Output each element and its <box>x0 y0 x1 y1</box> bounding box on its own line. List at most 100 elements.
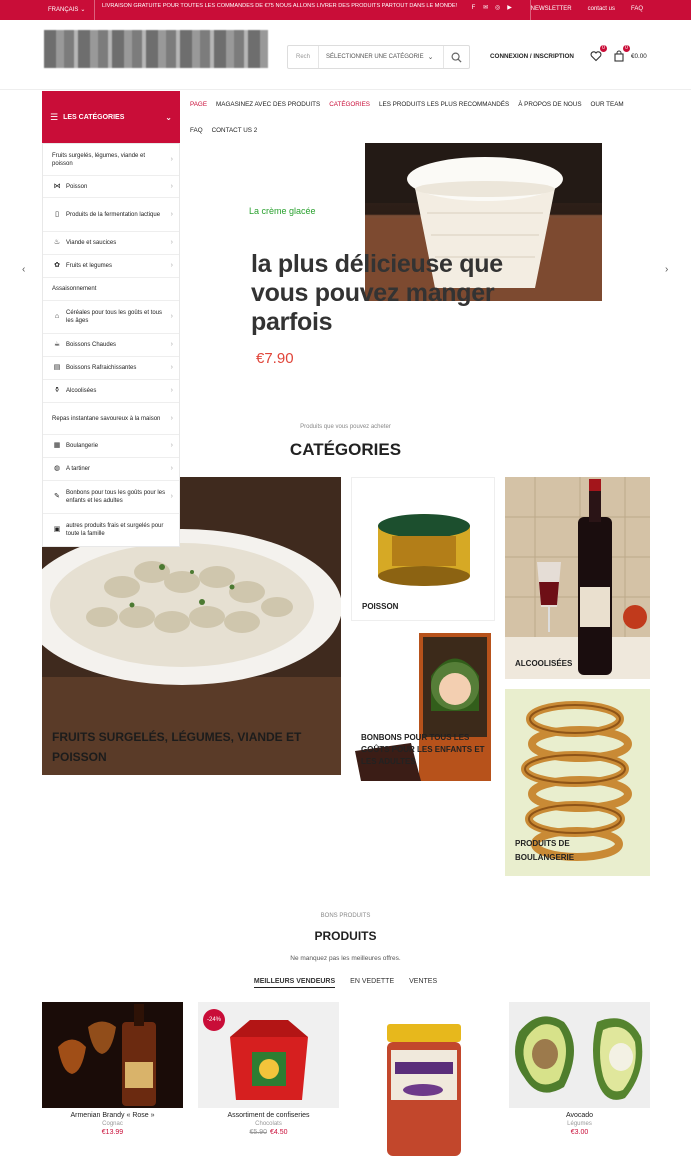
sidebar-item-frozen[interactable]: Fruits surgelés, légumes, viande et pois… <box>43 144 179 176</box>
search-button[interactable] <box>443 46 469 68</box>
menu-icon: ☰ <box>50 111 59 122</box>
search-form: Rech SÉLECTIONNER UNE CATÉGORIE ⌄ <box>287 45 470 69</box>
social-links: f ✉ ◎ ▶ <box>470 5 513 12</box>
chevron-right-icon: › <box>170 364 173 371</box>
sidebar-item-meat[interactable]: ♨ Viande et saucices › <box>43 232 179 255</box>
tab-featured[interactable]: EN VEDETTE <box>350 978 394 988</box>
product-category[interactable]: Légumes <box>509 1121 650 1127</box>
chevron-right-icon: › <box>170 210 173 218</box>
product-card[interactable]: Armenian Brandy « Rose » Cognac €13.99 <box>42 1002 183 1136</box>
top-bar: FRANÇAIS ⌄ LIVRAISON GRATUITE POUR TOUTE… <box>0 0 691 20</box>
tab-best-sellers[interactable]: MEILLEURS VENDEURS <box>253 978 336 988</box>
heart-icon <box>590 51 602 62</box>
sidebar-item-cereals[interactable]: ⌂ Céréales pour tous les goûts et tous le… <box>43 301 179 334</box>
wishlist-count: 0 <box>600 45 607 52</box>
search-category-select[interactable]: SÉLECTIONNER UNE CATÉGORIE ⌄ <box>318 46 443 68</box>
hero-next-icon[interactable]: › <box>665 264 668 275</box>
menu-item-about[interactable]: À PROPOS DE NOUS <box>518 101 581 108</box>
sidebar-item-spreads[interactable]: ◍ A tartiner › <box>43 458 179 481</box>
chevron-down-icon: ⌄ <box>80 7 86 13</box>
products-kicker: BONS PRODUITS <box>320 913 371 919</box>
menu-item-contact[interactable]: CONTACT US 2 <box>212 127 258 134</box>
product-image[interactable] <box>42 1002 183 1108</box>
chevron-right-icon: › <box>170 155 173 163</box>
cereal-icon: ⌂ <box>54 313 60 320</box>
chevron-right-icon: › <box>170 414 173 422</box>
chevron-right-icon: › <box>170 262 173 269</box>
instagram-icon[interactable]: ◎ <box>494 5 501 12</box>
cart-total[interactable]: €0.00 <box>631 53 647 60</box>
product-category[interactable]: Chocolats <box>198 1121 339 1127</box>
search-category-label: SÉLECTIONNER UNE CATÉGORIE <box>326 54 424 60</box>
contact-link[interactable]: contact us <box>588 6 615 12</box>
sidebar-item-fruits[interactable]: ✿ Fruits et legumes › <box>43 255 179 278</box>
menu-item-faq[interactable]: FAQ <box>190 127 203 134</box>
category-tile-fish[interactable]: POISSON <box>351 477 495 621</box>
product-image[interactable]: -24% <box>198 1002 339 1108</box>
category-tile-alcohol[interactable]: ALCOOLISÉES <box>505 477 650 679</box>
menu-item-shop[interactable]: MAGASINEZ AVEC DES PRODUITS <box>216 101 320 108</box>
sidebar-item-bakery[interactable]: ▦ Boulangerie › <box>43 435 179 458</box>
product-card[interactable]: -24% Assortiment de confiseries Chocolat… <box>198 1002 339 1136</box>
chevron-right-icon: › <box>170 387 173 394</box>
products-title: PRODUITS <box>314 929 377 943</box>
drink-icon: ▤ <box>53 364 61 371</box>
product-card[interactable] <box>353 1022 494 1156</box>
sidebar-item-fish[interactable]: ⋈ Poisson › <box>43 176 179 198</box>
chevron-right-icon: › <box>170 182 173 190</box>
product-category[interactable]: Cognac <box>42 1121 183 1127</box>
promo-text: LIVRAISON GRATUITE POUR TOUTES LES COMMA… <box>102 3 458 9</box>
product-name[interactable]: Assortiment de confiseries <box>198 1112 339 1119</box>
category-tile-bakery[interactable]: PRODUITS DE BOULANGERIE <box>505 689 650 876</box>
box-icon: ▣ <box>53 526 61 533</box>
menu-item-categories[interactable]: CATÉGORIES <box>329 101 370 108</box>
hero-prev-icon[interactable]: ‹ <box>22 264 25 275</box>
sidebar-item-hot-drinks[interactable]: ☕ Boissons Chaudes › <box>43 334 179 357</box>
facebook-icon[interactable]: f <box>470 5 477 12</box>
category-tile-candy[interactable]: BONBONS POUR TOUS LES GOÛTS POUR LES ENF… <box>351 631 495 783</box>
meat-icon: ♨ <box>53 239 61 246</box>
product-price-current: €13.99 <box>101 1129 124 1136</box>
mail-icon[interactable]: ✉ <box>482 5 489 12</box>
sidebar-item-other[interactable]: ▣ autres produits frais et surgelés pour … <box>43 514 179 546</box>
product-image[interactable] <box>509 1002 650 1108</box>
product-price-current: €4.50 <box>270 1129 288 1136</box>
product-name[interactable]: Avocado <box>509 1112 650 1119</box>
product-tabs: MEILLEURS VENDEURS EN VEDETTE VENTES <box>0 978 691 988</box>
search-icon <box>451 52 462 63</box>
site-logo[interactable] <box>44 30 268 68</box>
language-selector[interactable]: FRANÇAIS ⌄ <box>48 6 86 14</box>
sidebar-item-soft-drinks[interactable]: ▤ Boissons Rafraichissantes › <box>43 357 179 380</box>
product-price: €3.00 <box>509 1129 650 1136</box>
login-link[interactable]: CONNEXION / INSCRIPTION <box>490 53 574 60</box>
product-name[interactable]: Armenian Brandy « Rose » <box>42 1112 183 1119</box>
category-tile-label: POISSON <box>362 602 399 611</box>
sidebar-item-dairy[interactable]: ▯ Produits de la fermentation lactique › <box>43 198 179 232</box>
wishlist-button[interactable]: 0 <box>590 45 607 62</box>
category-list: Fruits surgelés, légumes, viande et pois… <box>42 143 180 547</box>
newsletter-link[interactable]: NEWSLETTER <box>531 6 572 12</box>
sidebar-item-instant-meals[interactable]: Repas instantane savoureux à la maison › <box>43 403 179 435</box>
sidebar-item-seasoning[interactable]: Assaisonnement <box>43 278 179 301</box>
discount-badge: -24% <box>203 1009 225 1031</box>
product-image[interactable] <box>353 1022 494 1156</box>
menu-item-page[interactable]: PAGE <box>190 101 207 108</box>
menu-item-team[interactable]: OUR TEAM <box>591 101 624 108</box>
product-card[interactable]: Avocado Légumes €3.00 <box>509 1002 650 1136</box>
main-menu: PAGE MAGASINEZ AVEC DES PRODUITS CATÉGOR… <box>190 98 650 137</box>
categories-toggle[interactable]: ☰ LES CATÉGORIES ⌄ <box>42 91 180 143</box>
candy-icon: ✎ <box>54 493 60 500</box>
cart-button[interactable]: 0 <box>613 45 630 62</box>
youtube-icon[interactable]: ▶ <box>506 5 513 12</box>
tab-sales[interactable]: VENTES <box>409 978 437 988</box>
cart-count: 0 <box>623 45 630 52</box>
chevron-right-icon: › <box>170 313 173 320</box>
search-input[interactable]: Rech <box>288 54 318 60</box>
faq-link[interactable]: FAQ <box>631 6 643 12</box>
sidebar-item-alcohol[interactable]: ⚱ Alcoolisées › <box>43 380 179 403</box>
product-price-old: €5.90 <box>249 1129 267 1136</box>
sidebar-item-candy[interactable]: ✎ Bonbons pour tous les goûts pour les en… <box>43 481 179 514</box>
menu-item-recommended[interactable]: LES PRODUITS LES PLUS RECOMMANDÉS <box>379 101 509 108</box>
chevron-down-icon: ⌄ <box>427 54 434 61</box>
chevron-right-icon: › <box>170 239 173 246</box>
